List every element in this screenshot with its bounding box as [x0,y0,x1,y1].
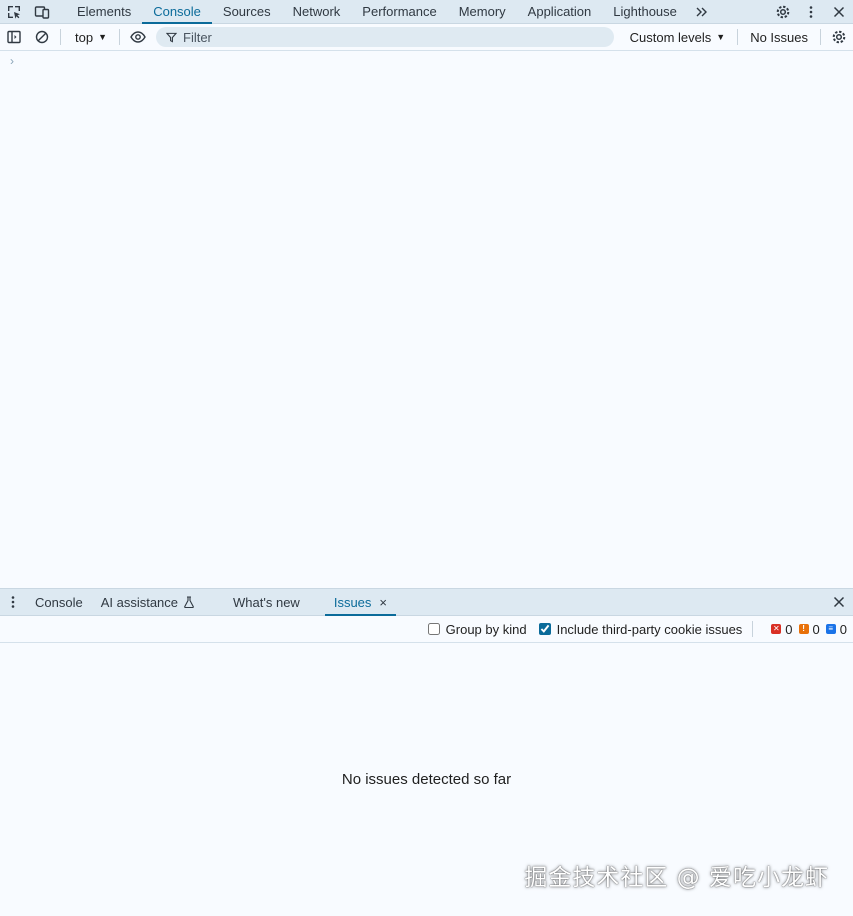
close-icon[interactable] [825,0,853,24]
drawer-tab-label: What's new [233,594,300,610]
filter-icon [166,32,177,43]
issues-counter-button[interactable]: No Issues [742,30,816,45]
group-by-kind-label: Group by kind [445,621,527,637]
no-issues-message: No issues detected so far [341,771,512,788]
live-expression-eye-icon[interactable] [124,25,152,49]
group-by-kind-input[interactable] [427,623,440,635]
warning-count-value: 0 [812,621,820,637]
tab-performance[interactable]: Performance [351,0,447,24]
drawer-tab-label: Console [35,594,83,610]
toolbar-divider [820,29,821,45]
toolbar-divider [752,621,754,637]
caret-down-icon: ▼ [98,32,107,42]
tab-lighthouse[interactable]: Lighthouse [602,0,688,24]
inspect-element-icon[interactable] [0,0,28,24]
drawer-tab-whats-new[interactable]: What's new [224,589,309,616]
error-count-value: 0 [785,621,793,637]
toolbar-divider [60,29,61,45]
settings-icon[interactable] [769,0,797,24]
drawer-tabbar: Console AI assistance What's new Issues … [0,588,853,616]
drawer-menu-icon[interactable] [0,590,26,614]
console-prompt-icon: › [10,54,14,68]
clear-console-icon[interactable] [28,25,56,49]
drawer-tab-label: Issues [333,594,372,610]
issue-counts[interactable]: ✕ 0 ! 0 ≡ 0 [757,622,853,637]
device-toolbar-icon[interactable] [28,0,56,24]
tab-console[interactable]: Console [142,0,212,24]
info-count: ≡ 0 [825,621,847,637]
close-drawer-icon[interactable] [825,590,853,614]
context-label: top [75,29,94,45]
issues-toolbar: Group by kind Include third-party cookie… [0,616,853,643]
console-output[interactable]: › [0,51,853,588]
drawer-tab-console[interactable]: Console [26,589,92,616]
filter-input[interactable] [183,29,603,45]
error-badge-icon: ✕ [771,624,782,634]
third-party-cookie-label: Include third-party cookie issues [556,621,743,637]
more-options-icon[interactable] [797,0,825,24]
warning-badge-icon: ! [798,624,809,634]
caret-down-icon: ▼ [716,32,726,42]
toolbar-divider [119,29,120,45]
error-count: ✕ 0 [771,621,793,637]
console-settings-icon[interactable] [825,25,853,49]
sidebar-toggle-icon[interactable] [0,25,28,49]
console-filter-box[interactable] [156,27,614,47]
info-count-value: 0 [839,621,847,637]
tab-memory[interactable]: Memory [448,0,517,24]
tab-application[interactable]: Application [517,0,603,24]
drawer-tab-issues[interactable]: Issues × [324,589,396,616]
tab-network[interactable]: Network [282,0,352,24]
issues-panel: No issues detected so far 掘金技术社区 @ 爱吃小龙虾 [0,643,853,916]
group-by-kind-checkbox[interactable]: Group by kind [422,622,533,637]
console-toolbar: top ▼ Custom levels ▼ No Issues [0,24,853,51]
log-levels-dropdown[interactable]: Custom levels ▼ [622,30,734,45]
flask-icon [184,596,194,608]
javascript-context-select[interactable]: top ▼ [65,25,115,49]
third-party-cookie-input[interactable] [538,623,551,635]
watermark: 掘金技术社区 @ 爱吃小龙虾 [524,865,829,891]
tab-sources[interactable]: Sources [212,0,282,24]
info-badge-icon: ≡ [825,624,836,634]
tab-elements[interactable]: Elements [66,0,142,24]
warning-count: ! 0 [798,621,820,637]
log-levels-label: Custom levels [629,29,712,45]
toolbar-divider [737,29,739,45]
drawer-tab-label: AI assistance [100,594,179,610]
drawer-tab-ai-assistance[interactable]: AI assistance [92,589,204,616]
third-party-cookie-checkbox[interactable]: Include third-party cookie issues [533,622,749,637]
devtools-main-tabbar: Elements Console Sources Network Perform… [0,0,853,24]
close-tab-icon[interactable]: × [379,595,387,610]
more-tabs-icon[interactable] [688,0,716,24]
